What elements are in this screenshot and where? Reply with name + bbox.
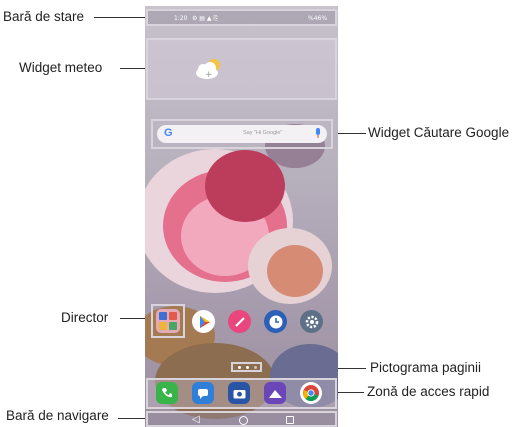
google-search-widget[interactable]: G Say "Hi Google" — [151, 119, 333, 149]
weather-widget[interactable]: + — [146, 38, 337, 100]
overview-button[interactable] — [286, 416, 294, 424]
home-button[interactable] — [239, 416, 248, 425]
status-time: 1:20 — [174, 15, 188, 22]
google-hint: Say "Hi Google" — [243, 130, 283, 136]
google-search-bar[interactable]: G Say "Hi Google" — [157, 125, 327, 143]
status-battery: %46% — [308, 15, 328, 22]
navigation-bar: ◁ — [146, 411, 337, 427]
pen-icon[interactable] — [228, 310, 251, 333]
settings-icon[interactable] — [300, 310, 323, 333]
label-google-widget: Widget Căutare Google — [368, 125, 510, 140]
phone-screen: 1:20 ⚙ ▤ ▲ ⎘ %46% + G Say "Hi Google" ◁ — [145, 6, 338, 427]
leader-nav-bar — [118, 418, 146, 419]
camera-icon[interactable] — [228, 382, 250, 404]
label-weather-widget: Widget meteo — [19, 60, 103, 75]
messages-icon[interactable] — [192, 382, 214, 404]
google-logo-icon: G — [164, 127, 173, 139]
phone-icon[interactable] — [156, 382, 178, 404]
page-dot-2 — [254, 366, 257, 369]
play-store-icon[interactable] — [192, 310, 215, 333]
clock-icon[interactable] — [264, 310, 287, 333]
page-dot-home — [238, 366, 241, 369]
page-indicator[interactable] — [231, 362, 262, 372]
status-notification-icons: ⚙ ▤ ▲ ⎘ — [192, 15, 219, 22]
gallery-icon[interactable] — [264, 382, 286, 404]
page-dot-1 — [246, 366, 249, 369]
svg-text:+: + — [205, 70, 213, 80]
label-status-bar: Bară de stare — [3, 9, 85, 24]
mic-icon[interactable] — [314, 128, 322, 140]
label-nav-bar: Bară de navigare — [6, 408, 109, 423]
label-page-icon: Pictograma paginii — [370, 360, 482, 375]
leader-status-bar — [94, 17, 146, 18]
label-quick-access: Zonă de acces rapid — [367, 384, 490, 399]
status-bar: 1:20 ⚙ ▤ ▲ ⎘ %46% — [146, 9, 337, 26]
chrome-icon[interactable] — [300, 382, 322, 404]
weather-icon: + — [196, 59, 220, 80]
folder-icon[interactable] — [156, 309, 180, 333]
back-button[interactable]: ◁ — [192, 414, 200, 425]
label-folder: Director — [61, 310, 109, 325]
